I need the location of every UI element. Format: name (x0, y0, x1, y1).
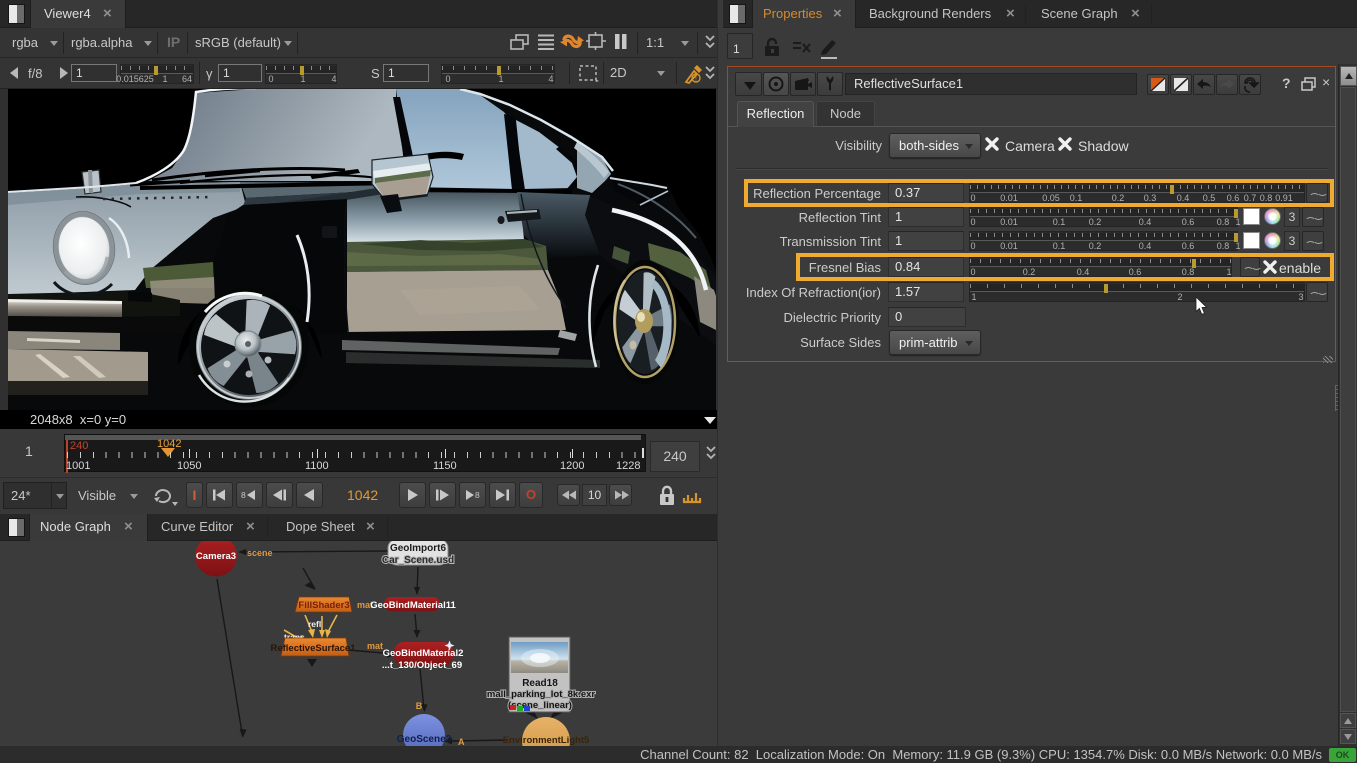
svg-text:Read18: Read18 (522, 678, 558, 689)
svg-text:EnvironmentLight5: EnvironmentLight5 (503, 735, 590, 746)
svg-text:GeoBindMaterial2: GeoBindMaterial2 (383, 648, 464, 659)
svg-text:GeoBindMaterial11: GeoBindMaterial11 (370, 600, 456, 611)
svg-text:Camera3: Camera3 (196, 551, 236, 562)
svg-text:8: 8 (475, 490, 480, 500)
svg-text:8: 8 (241, 490, 246, 500)
svg-text:mat: mat (367, 641, 383, 651)
svg-text:A: A (458, 737, 465, 746)
svg-text:ReflectiveSurface1: ReflectiveSurface1 (270, 643, 356, 654)
svg-text:scene: scene (247, 548, 273, 558)
svg-text:GeoScene3: GeoScene3 (397, 734, 452, 745)
svg-text:!: ! (695, 76, 697, 83)
svg-text:Car_Scene.usd: Car_Scene.usd (382, 555, 454, 566)
svg-text:mall_parking_lot_8k.exr: mall_parking_lot_8k.exr (487, 689, 596, 700)
svg-text:B: B (416, 701, 423, 711)
svg-text:...t_130/Object_69: ...t_130/Object_69 (382, 660, 462, 671)
svg-text:FillShader3: FillShader3 (298, 600, 349, 611)
svg-text:refl: refl (308, 619, 321, 629)
svg-text:GeoImport6: GeoImport6 (390, 543, 447, 554)
